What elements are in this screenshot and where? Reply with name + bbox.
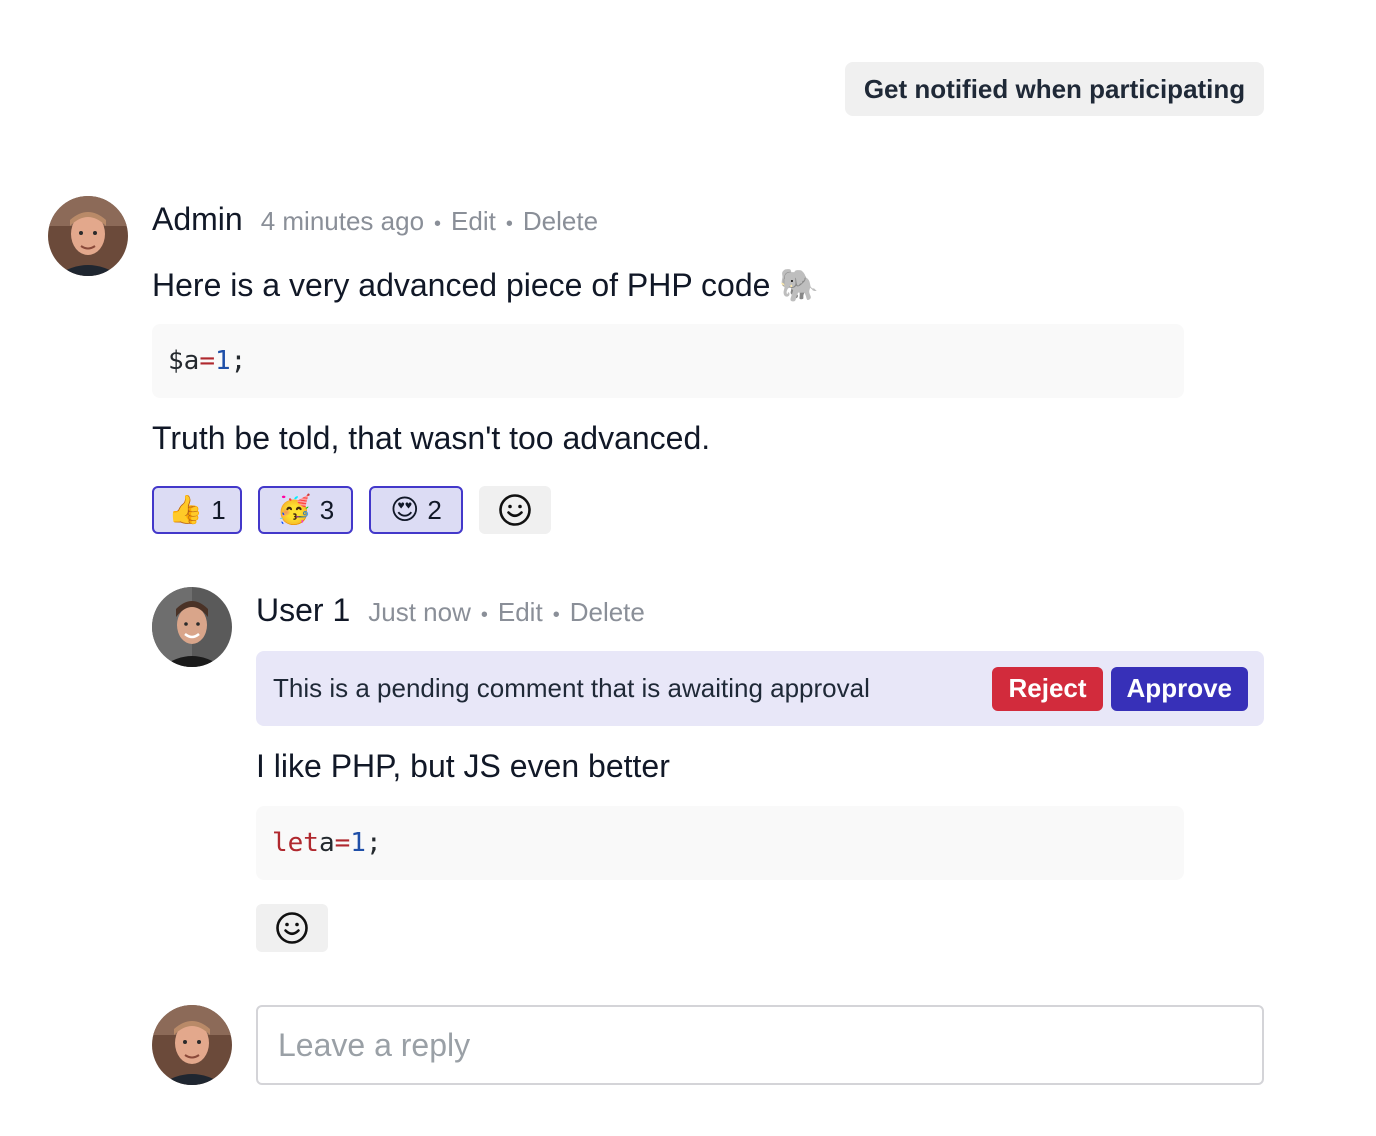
code-number: 1 [350,828,366,858]
thumbs-up-icon: 👍 [168,493,204,526]
add-reaction-button[interactable] [479,486,551,534]
code-variable: a [318,828,335,858]
separator-dot: • [505,213,513,235]
code-operator: = [199,346,215,376]
pending-message: This is a pending comment that is awaiti… [273,673,870,703]
author-name: Admin [152,201,243,237]
reply-comment-meta: User 1 Just now • Edit • Delete [256,592,645,629]
edit-link[interactable]: Edit [451,206,496,237]
reaction-heart-eyes[interactable]: 😍 2 [369,486,463,534]
separator-dot: • [480,604,488,626]
author-name: User 1 [256,592,351,628]
code-variable: $a [168,346,200,376]
notify-button[interactable]: Get notified when participating [845,62,1264,116]
js-code-block: let a = 1; [256,806,1184,880]
comment-outro-text: Truth be told, that wasn't too advanced. [152,420,711,456]
reaction-count: 1 [211,494,226,525]
timestamp: 4 minutes ago [260,206,425,236]
reply-input[interactable] [256,1005,1264,1085]
reaction-thumbs-up[interactable]: 👍 1 [152,486,242,534]
code-keyword: let [272,828,319,858]
smiley-icon [499,494,531,526]
php-code-block: $a = 1; [152,324,1184,398]
reaction-count: 3 [319,494,335,525]
separator-dot: • [552,604,560,626]
heart-eyes-icon: 😍 [390,493,420,526]
timestamp: Just now [368,597,471,627]
code-number: 1 [214,346,231,376]
reaction-party-face[interactable]: 🥳 3 [258,486,353,534]
pending-approval-banner: This is a pending comment that is awaiti… [256,651,1264,726]
party-face-icon: 🥳 [276,493,312,526]
current-user-avatar [152,1005,232,1085]
add-reaction-button[interactable] [256,904,328,952]
reject-button[interactable]: Reject [992,666,1103,711]
code-operator: = [334,828,351,858]
separator-dot: • [434,213,442,235]
approve-button[interactable]: Approve [1110,666,1248,711]
delete-link[interactable]: Delete [570,597,645,628]
reaction-count: 2 [427,494,442,525]
admin-comment-meta: Admin 4 minutes ago • Edit • Delete [152,201,598,238]
reactions-bar: 👍 1 🥳 3 😍 2 [152,486,551,534]
code-semicolon: ; [365,828,382,858]
admin-avatar [48,196,128,276]
reply-text: I like PHP, but JS even better [256,748,670,784]
comment-intro-text: Here is a very advanced piece of PHP cod… [152,267,820,303]
smiley-icon [276,912,308,944]
code-semicolon: ; [230,346,247,376]
user1-avatar [152,587,232,667]
delete-link[interactable]: Delete [523,206,598,237]
edit-link[interactable]: Edit [498,597,543,628]
